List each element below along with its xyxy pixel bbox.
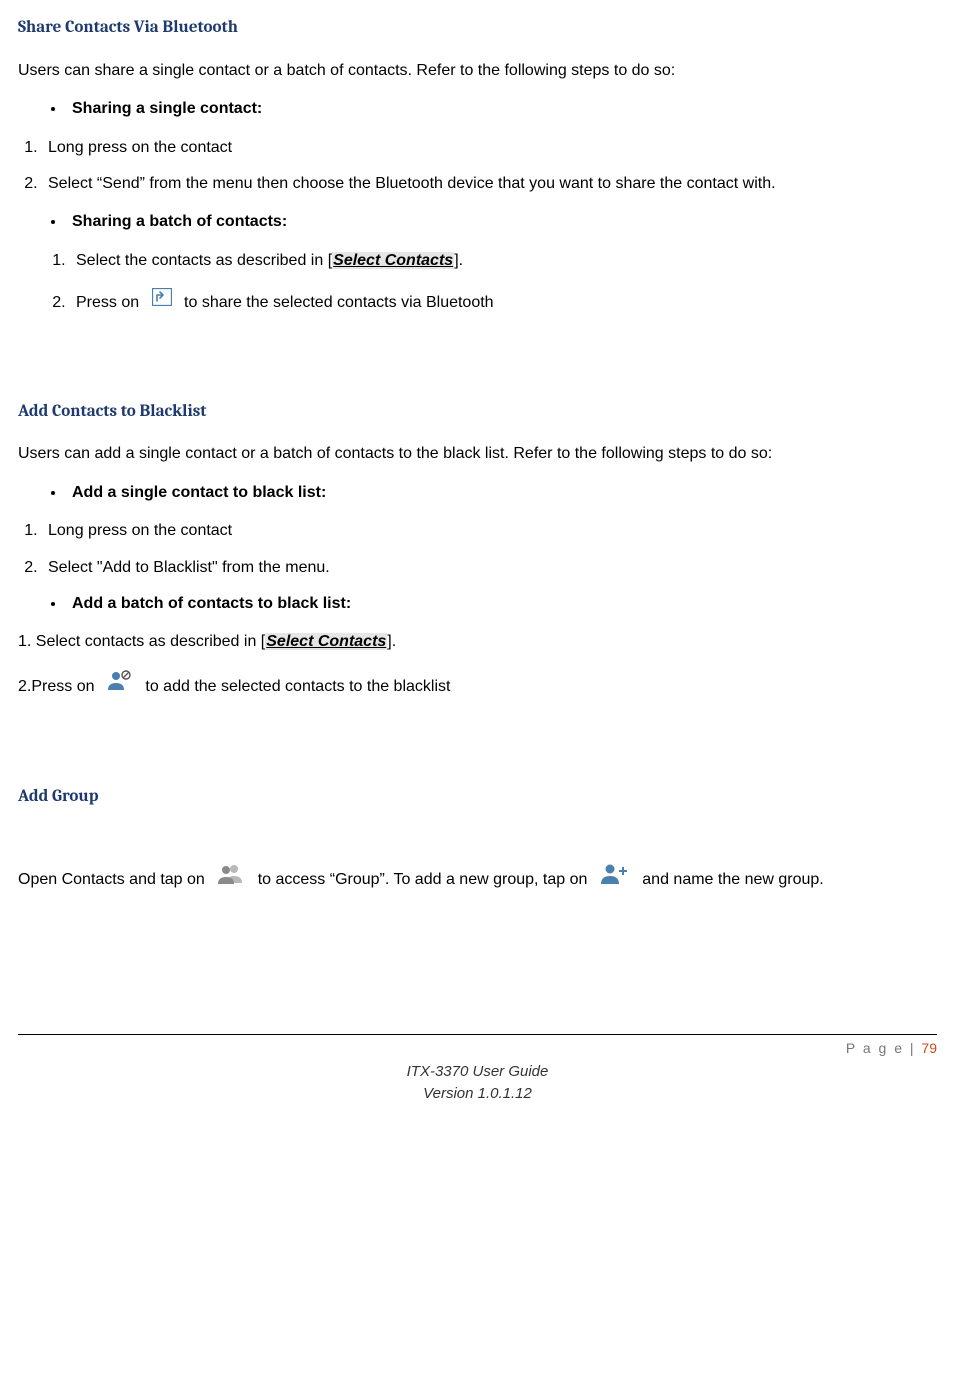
step-long-press: Long press on the contact xyxy=(42,137,937,159)
text-pre: 2.Press on xyxy=(18,678,99,695)
bullet-add-single-blacklist: Add a single contact to black list: xyxy=(66,482,937,504)
text-pre: 1. Select contacts as described in [ xyxy=(18,633,265,650)
text-post: to share the selected contacts via Bluet… xyxy=(184,294,494,311)
bl-batch-step2: 2.Press on to add the selected contacts … xyxy=(18,672,937,701)
bullet-add-batch-blacklist: Add a batch of contacts to black list: xyxy=(66,593,937,615)
heading-add-blacklist: Add Contacts to Blacklist xyxy=(18,400,937,424)
text-pre: Open Contacts and tap on xyxy=(18,871,209,888)
block-contact-icon xyxy=(107,670,133,699)
page-number: P a g e | 79 xyxy=(18,1039,937,1059)
page-label: P a g e | xyxy=(846,1040,922,1056)
step-select-send: Select “Send” from the menu then choose … xyxy=(42,173,937,195)
bullet-sharing-batch: Sharing a batch of contacts: xyxy=(66,211,937,233)
footer-title: ITX-3370 User Guide xyxy=(18,1061,937,1084)
bl-batch-step1: 1. Select contacts as described in [Sele… xyxy=(18,631,937,653)
page-num: 79 xyxy=(921,1040,937,1056)
group-icon xyxy=(217,863,245,892)
ref-select-contacts-2: Select Contacts xyxy=(265,633,387,650)
text-post: to add the selected contacts to the blac… xyxy=(145,678,450,695)
text-pre: Select the contacts as described in [ xyxy=(76,252,332,269)
add-group-text: Open Contacts and tap on to access “Grou… xyxy=(18,865,937,894)
batch-step-press: Press on to share the selected contacts … xyxy=(70,290,937,315)
text-pre: Press on xyxy=(76,294,144,311)
footer: P a g e | 79 ITX-3370 User Guide Version… xyxy=(18,1034,937,1106)
intro-blacklist: Users can add a single contact or a batc… xyxy=(18,443,937,465)
add-person-icon xyxy=(600,863,630,892)
ref-select-contacts: Select Contacts xyxy=(332,252,454,269)
text-mid: to access “Group”. To add a new group, t… xyxy=(258,871,592,888)
text-post: ]. xyxy=(387,633,396,650)
bl-step-long-press: Long press on the contact xyxy=(42,520,937,542)
bl-step-select-add: Select "Add to Blacklist" from the menu. xyxy=(42,557,937,579)
heading-share-contacts: Share Contacts Via Bluetooth xyxy=(18,16,937,40)
intro-share: Users can share a single contact or a ba… xyxy=(18,60,937,82)
share-icon xyxy=(152,288,172,313)
heading-add-group: Add Group xyxy=(18,785,937,809)
footer-version: Version 1.0.1.12 xyxy=(18,1083,937,1106)
bullet-sharing-single: Sharing a single contact: xyxy=(66,98,937,120)
batch-step-select: Select the contacts as described in [Sel… xyxy=(70,250,937,272)
text-post: ]. xyxy=(454,252,463,269)
text-post: and name the new group. xyxy=(642,871,823,888)
